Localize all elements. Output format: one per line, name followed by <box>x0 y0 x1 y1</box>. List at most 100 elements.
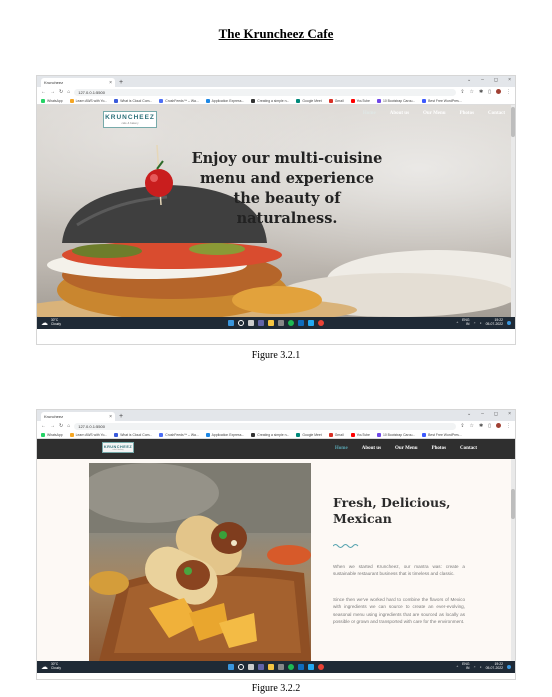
tray-chevron-icon[interactable]: ^ <box>457 665 459 669</box>
page-scrollbar[interactable] <box>511 459 515 661</box>
bookmark-item[interactable]: Creating a simple n... <box>251 432 289 437</box>
new-tab-button[interactable]: + <box>119 412 123 421</box>
url-field[interactable]: 127.0.0.1:5500 <box>74 88 457 96</box>
nav-contact[interactable]: Contact <box>460 446 477 451</box>
profile-avatar[interactable] <box>496 423 501 428</box>
browser-tab[interactable]: Kruncheez × <box>41 412 115 421</box>
file-explorer-icon[interactable] <box>268 664 274 670</box>
task-view-icon[interactable] <box>248 664 254 670</box>
teams-icon[interactable] <box>258 664 264 670</box>
bookmark-item[interactable]: Application Express... <box>205 98 244 103</box>
more-icon[interactable]: ⋮ <box>506 423 511 429</box>
nav-menu[interactable]: Our Menu <box>395 446 418 451</box>
search-icon[interactable] <box>238 320 244 326</box>
tab-close-icon[interactable]: × <box>109 414 112 420</box>
volume-icon[interactable]: ◖ <box>480 321 482 325</box>
page-scrollbar[interactable] <box>511 105 515 317</box>
extensions-icon[interactable]: ✱ <box>479 89 483 95</box>
sidebar-icon[interactable]: ▯ <box>488 423 491 429</box>
browser-tab[interactable]: Kruncheez × <box>41 78 115 87</box>
mail-icon[interactable] <box>298 664 304 670</box>
bookmark-item[interactable]: Google Meet <box>296 432 322 437</box>
site-logo[interactable]: KRUNCHEEZ cafe & bakery <box>102 442 134 453</box>
bookmark-item[interactable]: WhatsApp <box>41 432 63 437</box>
profile-avatar[interactable] <box>496 89 501 94</box>
reload-icon[interactable]: ↻ <box>59 89 63 95</box>
site-logo[interactable]: KRUNCHEEZ cafe & bakery <box>103 111 157 128</box>
bookmark-item[interactable]: CrushFeeds™ – Wa... <box>159 98 199 103</box>
search-icon[interactable] <box>238 664 244 670</box>
spotify-icon[interactable] <box>288 320 294 326</box>
tab-search-icon[interactable]: ⌄ <box>467 411 471 417</box>
reload-icon[interactable]: ↻ <box>59 423 63 429</box>
notifications-icon[interactable] <box>507 665 511 669</box>
minimize-icon[interactable]: – <box>481 411 484 417</box>
bookmark-item[interactable]: Gmail <box>328 98 344 103</box>
nav-about[interactable]: About us <box>362 446 381 451</box>
bookmark-item[interactable]: 10 Bootstrap Carou... <box>376 432 415 437</box>
bookmark-item[interactable]: Google Meet <box>296 98 322 103</box>
vscode-icon[interactable] <box>308 664 314 670</box>
mail-icon[interactable] <box>298 320 304 326</box>
star-icon[interactable]: ☆ <box>470 89 474 95</box>
chrome-icon[interactable] <box>318 664 324 670</box>
bookmark-item[interactable]: Gmail <box>328 432 344 437</box>
bookmark-item[interactable]: Learn AWS with Yo... <box>69 432 107 437</box>
file-explorer-icon[interactable] <box>268 320 274 326</box>
maximize-icon[interactable]: ◻ <box>494 77 498 83</box>
forward-icon[interactable]: → <box>50 423 55 429</box>
start-icon[interactable] <box>228 664 234 670</box>
share-icon[interactable]: ⇪ <box>460 423 464 429</box>
home-icon[interactable]: ⌂ <box>67 423 70 429</box>
bookmark-item[interactable]: YouTube <box>350 98 370 103</box>
notifications-icon[interactable] <box>507 321 511 325</box>
nav-photos[interactable]: Photos <box>460 111 474 116</box>
tab-close-icon[interactable]: × <box>109 80 112 86</box>
bookmark-item[interactable]: 10 Bootstrap Carou... <box>376 98 415 103</box>
star-icon[interactable]: ☆ <box>470 423 474 429</box>
bookmark-item[interactable]: Learn AWS with Yo... <box>69 98 107 103</box>
close-window-icon[interactable]: × <box>508 411 511 417</box>
url-field[interactable]: 127.0.0.1:5500 <box>74 422 457 430</box>
vscode-icon[interactable] <box>308 320 314 326</box>
bookmark-item[interactable]: WhatsApp <box>41 98 63 103</box>
tab-search-icon[interactable]: ⌄ <box>467 77 471 83</box>
start-icon[interactable] <box>228 320 234 326</box>
volume-icon[interactable]: ◖ <box>480 665 482 669</box>
chrome-icon[interactable] <box>318 320 324 326</box>
back-icon[interactable]: ← <box>41 423 46 429</box>
bookmark-item[interactable]: What is Cloud Com... <box>114 432 152 437</box>
bookmark-item[interactable]: Best Free WordPres... <box>422 98 462 103</box>
scrollbar-thumb[interactable] <box>511 489 515 519</box>
sidebar-icon[interactable]: ▯ <box>488 89 491 95</box>
wifi-icon[interactable]: ◔ <box>474 321 476 325</box>
nav-menu[interactable]: Our Menu <box>423 111 446 116</box>
bookmark-item[interactable]: What is Cloud Com... <box>114 98 152 103</box>
scrollbar-thumb[interactable] <box>511 107 515 137</box>
forward-icon[interactable]: → <box>50 89 55 95</box>
nav-about[interactable]: About us <box>390 111 409 116</box>
minimize-icon[interactable]: – <box>481 77 484 83</box>
close-window-icon[interactable]: × <box>508 77 511 83</box>
bookmark-item[interactable]: CrushFeeds™ – Wa... <box>159 432 199 437</box>
nav-photos[interactable]: Photos <box>432 446 446 451</box>
weather-widget[interactable]: ☁ 30°C Cloudy <box>41 663 61 671</box>
teams-icon[interactable] <box>258 320 264 326</box>
extensions-icon[interactable]: ✱ <box>479 423 483 429</box>
share-icon[interactable]: ⇪ <box>460 89 464 95</box>
new-tab-button[interactable]: + <box>119 78 123 87</box>
task-view-icon[interactable] <box>248 320 254 326</box>
weather-widget[interactable]: ☁ 30°C Cloudy <box>41 319 61 327</box>
bookmark-item[interactable]: YouTube <box>350 432 370 437</box>
store-icon[interactable] <box>278 320 284 326</box>
wifi-icon[interactable]: ◔ <box>474 665 476 669</box>
bookmark-item[interactable]: Best Free WordPres... <box>422 432 462 437</box>
maximize-icon[interactable]: ◻ <box>494 411 498 417</box>
back-icon[interactable]: ← <box>41 89 46 95</box>
home-icon[interactable]: ⌂ <box>67 89 70 95</box>
nav-home[interactable]: Home <box>335 446 348 451</box>
bookmark-item[interactable]: Creating a simple n... <box>251 98 289 103</box>
bookmark-item[interactable]: Application Express... <box>205 432 244 437</box>
store-icon[interactable] <box>278 664 284 670</box>
nav-contact[interactable]: Contact <box>488 111 505 116</box>
